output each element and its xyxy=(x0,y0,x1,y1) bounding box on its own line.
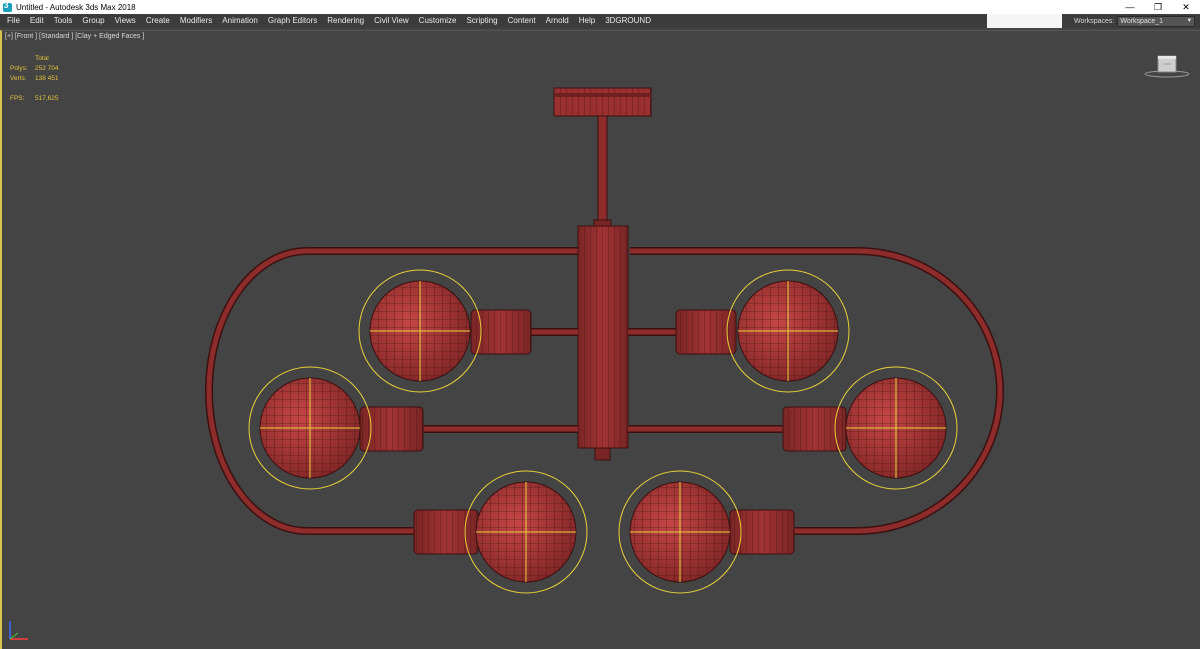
chevron-down-icon: ▼ xyxy=(1186,17,1193,24)
menu-graph-editors[interactable]: Graph Editors xyxy=(263,14,322,28)
workspaces-dropdown[interactable]: Workspace_1 ▼ xyxy=(1117,15,1196,27)
menu-spacer xyxy=(987,14,1062,28)
window-title: Untitled - Autodesk 3ds Max 2018 xyxy=(16,2,136,12)
close-button[interactable]: ✕ xyxy=(1172,0,1200,14)
menu-tools[interactable]: Tools xyxy=(49,14,78,28)
bulb-top-left[interactable] xyxy=(358,269,482,393)
bulb-bottom-right[interactable] xyxy=(618,470,742,594)
bulb-middle-right[interactable] xyxy=(834,366,958,490)
menu-file[interactable]: File xyxy=(0,14,25,28)
menu-group[interactable]: Group xyxy=(77,14,109,28)
menu-3dground[interactable]: 3DGROUND xyxy=(600,14,656,28)
workspaces-label: Workspaces: xyxy=(1074,17,1115,25)
workspaces-switcher: Workspaces: Workspace_1 ▼ xyxy=(1062,14,1200,28)
menu-customize[interactable]: Customize xyxy=(414,14,462,28)
workspaces-value: Workspace_1 xyxy=(1120,17,1164,25)
front-viewport[interactable]: [+] [Front ] [Standard ] [Clay + Edged F… xyxy=(0,30,1200,649)
menu-scripting[interactable]: Scripting xyxy=(461,14,502,28)
minimize-button[interactable]: — xyxy=(1116,0,1144,14)
window-controls: — ❐ ✕ xyxy=(1116,0,1200,14)
restore-button[interactable]: ❐ xyxy=(1144,0,1172,14)
menu-civil-view[interactable]: Civil View xyxy=(369,14,414,28)
menu-animation[interactable]: Animation xyxy=(217,14,263,28)
main-menu: File Edit Tools Group Views Create Modif… xyxy=(0,14,987,28)
menu-modifiers[interactable]: Modifiers xyxy=(175,14,217,28)
title-bar: Untitled - Autodesk 3ds Max 2018 — ❐ ✕ xyxy=(0,0,1200,14)
menu-views[interactable]: Views xyxy=(110,14,141,28)
bulb-middle-left[interactable] xyxy=(248,366,372,490)
menu-bar: File Edit Tools Group Views Create Modif… xyxy=(0,14,1200,28)
menu-arnold[interactable]: Arnold xyxy=(541,14,574,28)
menu-rendering[interactable]: Rendering xyxy=(322,14,369,28)
menu-content[interactable]: Content xyxy=(503,14,541,28)
bulb-bottom-left[interactable] xyxy=(464,470,588,594)
menu-create[interactable]: Create xyxy=(141,14,175,28)
menu-help[interactable]: Help xyxy=(574,14,600,28)
chandelier-model[interactable] xyxy=(2,31,1200,649)
menu-edit[interactable]: Edit xyxy=(25,14,49,28)
app-icon xyxy=(3,1,12,12)
bulb-top-right[interactable] xyxy=(726,269,850,393)
